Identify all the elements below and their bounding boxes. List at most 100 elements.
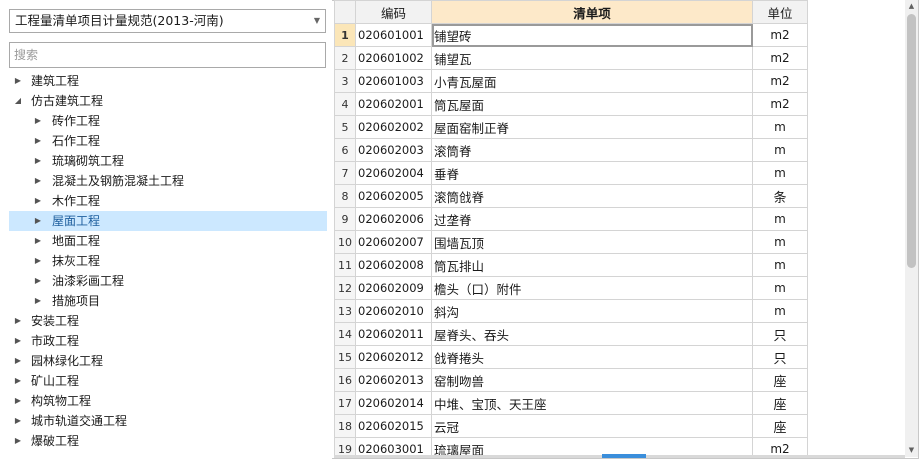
- row-number-cell[interactable]: 6: [334, 138, 356, 162]
- code-cell[interactable]: 020602001: [355, 92, 432, 116]
- item-name-cell[interactable]: 过垄脊: [431, 207, 753, 231]
- item-name-cell[interactable]: 窑制吻兽: [431, 368, 753, 392]
- unit-cell[interactable]: m: [752, 161, 808, 185]
- grid-row[interactable]: 17 020602014 中堆、宝顶、天王座座: [334, 391, 808, 415]
- code-cell[interactable]: 020602013: [355, 368, 432, 392]
- code-cell[interactable]: 020602002: [355, 115, 432, 139]
- scroll-down-arrow-icon[interactable]: ▼: [905, 444, 918, 457]
- vertical-scrollbar[interactable]: ▲ ▼: [905, 0, 918, 457]
- unit-cell[interactable]: m: [752, 138, 808, 162]
- grid-row[interactable]: 19 020603001 琉璃屋面 m2: [334, 437, 808, 455]
- standard-select[interactable]: 工程量清单项目计量规范(2013-河南) ▼: [9, 9, 326, 33]
- grid-row[interactable]: 15 020602012 戗脊捲头只: [334, 345, 808, 369]
- item-name-cell[interactable]: 筒瓦屋面: [431, 92, 753, 116]
- caret-right-icon[interactable]: ▶: [13, 311, 23, 331]
- code-cell[interactable]: 020602008: [355, 253, 432, 277]
- code-cell[interactable]: 020603001: [355, 437, 432, 455]
- item-name-cell[interactable]: 戗脊捲头: [431, 345, 753, 369]
- unit-cell[interactable]: 条: [752, 184, 808, 208]
- item-name-cell[interactable]: 铺望瓦: [431, 46, 753, 70]
- code-cell[interactable]: 020601002: [355, 46, 432, 70]
- tree-node[interactable]: ▶ 砖作工程: [9, 111, 327, 131]
- tree-node[interactable]: ◢ 仿古建筑工程: [9, 91, 327, 111]
- item-name-cell[interactable]: 滚筒戗脊: [431, 184, 753, 208]
- caret-right-icon[interactable]: ▶: [13, 431, 23, 451]
- grid-row[interactable]: 9 020602006 过垄脊 m: [334, 207, 808, 231]
- tree-node[interactable]: ▶ 琉璃砌筑工程: [9, 151, 327, 171]
- caret-right-icon[interactable]: ▶: [13, 391, 23, 411]
- unit-cell[interactable]: 只: [752, 322, 808, 346]
- row-number-cell[interactable]: 13: [334, 299, 356, 323]
- tree-node[interactable]: ▶ 安装工程: [9, 311, 327, 331]
- caret-right-icon[interactable]: ▶: [33, 231, 43, 251]
- tree-node[interactable]: ▶ 屋面工程: [9, 211, 327, 231]
- row-number-cell[interactable]: 16: [334, 368, 356, 392]
- row-number-cell[interactable]: 3: [334, 69, 356, 93]
- unit-cell[interactable]: m2: [752, 437, 808, 455]
- row-number-cell[interactable]: 15: [334, 345, 356, 369]
- caret-right-icon[interactable]: ▶: [33, 191, 43, 211]
- search-input[interactable]: [9, 42, 326, 68]
- item-name-cell[interactable]: 小青瓦屋面: [431, 69, 753, 93]
- caret-down-icon[interactable]: ◢: [13, 91, 23, 111]
- tree-node[interactable]: ▶ 建筑工程: [9, 71, 327, 91]
- caret-right-icon[interactable]: ▶: [33, 251, 43, 271]
- tree-node[interactable]: ▶ 矿山工程: [9, 371, 327, 391]
- grid-row[interactable]: 10 020602007 围墙瓦顶 m: [334, 230, 808, 254]
- caret-right-icon[interactable]: ▶: [33, 111, 43, 131]
- caret-right-icon[interactable]: ▶: [33, 211, 43, 231]
- item-name-cell[interactable]: 屋面窑制正脊: [431, 115, 753, 139]
- tree-node[interactable]: ▶ 措施项目: [9, 291, 327, 311]
- row-number-cell[interactable]: 18: [334, 414, 356, 438]
- grid-row[interactable]: 2 020601002 铺望瓦 m2: [334, 46, 808, 70]
- horizontal-splitter[interactable]: [334, 454, 905, 458]
- unit-cell[interactable]: m: [752, 207, 808, 231]
- tree-node[interactable]: ▶ 地面工程: [9, 231, 327, 251]
- item-name-cell[interactable]: 筒瓦排山: [431, 253, 753, 277]
- row-number-cell[interactable]: 10: [334, 230, 356, 254]
- unit-cell[interactable]: m: [752, 299, 808, 323]
- row-number-cell[interactable]: 5: [334, 115, 356, 139]
- row-number-cell[interactable]: 8: [334, 184, 356, 208]
- grid-row[interactable]: 7 020602004 垂脊 m: [334, 161, 808, 185]
- grid-row[interactable]: 14 020602011 屋脊头、吞头只: [334, 322, 808, 346]
- tree-node[interactable]: ▶ 市政工程: [9, 331, 327, 351]
- code-cell[interactable]: 020601001: [355, 23, 432, 47]
- tree-node[interactable]: ▶ 混凝土及钢筋混凝土工程: [9, 171, 327, 191]
- row-number-cell[interactable]: 2: [334, 46, 356, 70]
- tree-node[interactable]: ▶ 构筑物工程: [9, 391, 327, 411]
- tree-node[interactable]: ▶ 抹灰工程: [9, 251, 327, 271]
- row-number-cell[interactable]: 19: [334, 437, 356, 455]
- tree-node[interactable]: ▶ 油漆彩画工程: [9, 271, 327, 291]
- row-number-cell[interactable]: 12: [334, 276, 356, 300]
- code-cell[interactable]: 020602012: [355, 345, 432, 369]
- scroll-up-arrow-icon[interactable]: ▲: [905, 0, 918, 13]
- row-number-cell[interactable]: 4: [334, 92, 356, 116]
- caret-right-icon[interactable]: ▶: [13, 331, 23, 351]
- caret-right-icon[interactable]: ▶: [33, 151, 43, 171]
- tree-node[interactable]: ▶ 木作工程: [9, 191, 327, 211]
- code-cell[interactable]: 020602010: [355, 299, 432, 323]
- grid-row[interactable]: 13 020602010 斜沟 m: [334, 299, 808, 323]
- grid-row[interactable]: 18 020602015 云冠座: [334, 414, 808, 438]
- code-cell[interactable]: 020602014: [355, 391, 432, 415]
- row-number-cell[interactable]: 14: [334, 322, 356, 346]
- caret-right-icon[interactable]: ▶: [13, 371, 23, 391]
- row-number-cell[interactable]: 17: [334, 391, 356, 415]
- scrollbar-thumb[interactable]: [907, 14, 916, 268]
- code-cell[interactable]: 020602006: [355, 207, 432, 231]
- caret-right-icon[interactable]: ▶: [13, 351, 23, 371]
- unit-cell[interactable]: m2: [752, 23, 808, 47]
- code-cell[interactable]: 020602009: [355, 276, 432, 300]
- row-number-cell[interactable]: 9: [334, 207, 356, 231]
- row-number-cell[interactable]: 11: [334, 253, 356, 277]
- unit-cell[interactable]: 只: [752, 345, 808, 369]
- tree-node[interactable]: ▶ 爆破工程: [9, 431, 327, 451]
- grid-row[interactable]: 16 020602013 窑制吻兽座: [334, 368, 808, 392]
- tree-node[interactable]: ▶ 城市轨道交通工程: [9, 411, 327, 431]
- caret-right-icon[interactable]: ▶: [33, 291, 43, 311]
- header-code[interactable]: 编码: [355, 0, 432, 24]
- code-cell[interactable]: 020602011: [355, 322, 432, 346]
- splitter-handle[interactable]: [602, 454, 646, 458]
- tree-node[interactable]: ▶ 石作工程: [9, 131, 327, 151]
